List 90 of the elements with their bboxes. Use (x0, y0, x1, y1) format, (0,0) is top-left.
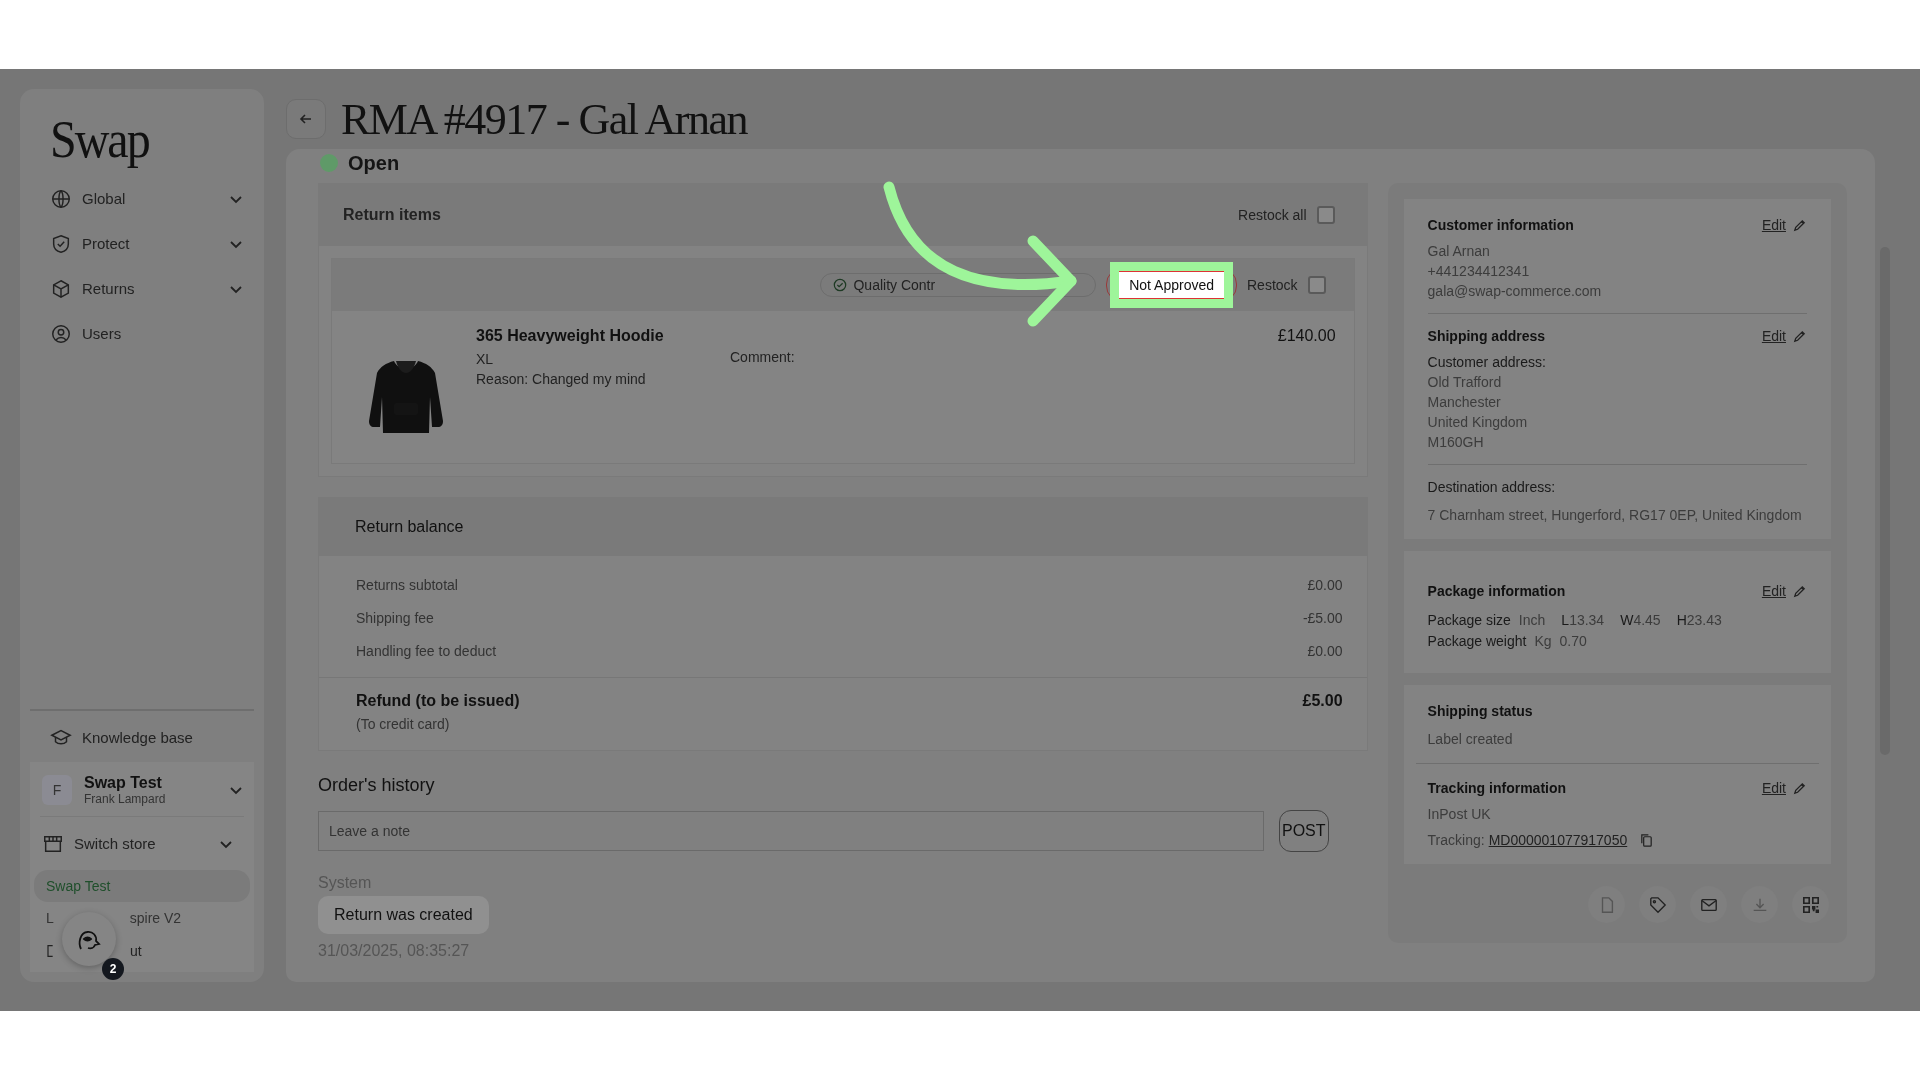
action-button[interactable] (1639, 886, 1676, 923)
shield-icon (50, 232, 72, 255)
balance-value: £0.00 (1307, 642, 1343, 659)
refund-note: (To credit card) (356, 716, 451, 732)
history-message: Return was created (318, 896, 489, 934)
refund-label: Refund (to be issued) (356, 692, 520, 710)
comment-label: Comment: (730, 349, 796, 365)
logout-icon[interactable] (46, 942, 54, 960)
address-line: Old Trafford (1427, 374, 1503, 390)
section-title: Tracking information (1427, 780, 1568, 796)
pencil-icon[interactable] (1792, 328, 1807, 344)
shipping-status: Label created (1427, 731, 1514, 747)
page-title: RMA #4917 - Gal Arnan (341, 93, 748, 145)
section-title: Shipping status (1427, 703, 1534, 719)
store-item[interactable]: L spire V2 (34, 902, 250, 934)
section-title: Return balance (354, 518, 464, 536)
section-title: Return items (343, 206, 441, 224)
account-switcher[interactable]: F Swap Test Frank Lampard (40, 770, 244, 817)
tracking-link[interactable]: MD000001077917050 (1488, 832, 1628, 848)
status-label: Open (348, 151, 400, 175)
account-user: Frank Lampard (84, 792, 167, 806)
box-icon (50, 277, 72, 300)
globe-icon (50, 187, 72, 210)
refund-value: £5.00 (1302, 692, 1343, 711)
checkbox-label: Restock (1247, 277, 1298, 293)
dimension-value: L13.34 (1561, 611, 1605, 629)
switch-store[interactable]: Switch store (40, 817, 244, 870)
nav-item[interactable]: Knowledge base (30, 725, 254, 750)
address-line: Manchester (1427, 394, 1502, 410)
tag-icon (1648, 895, 1667, 914)
field-label: Package weight (1427, 633, 1527, 649)
address-line: M160GH (1427, 434, 1485, 450)
address-label: Customer address: (1427, 354, 1547, 370)
nav-item[interactable]: Protect (50, 231, 244, 256)
edit-link[interactable]: Edit (1761, 583, 1786, 599)
pencil-icon[interactable] (1792, 583, 1807, 599)
edit-link[interactable]: Edit (1761, 328, 1786, 344)
pencil-icon[interactable] (1792, 217, 1807, 233)
user-icon (50, 322, 72, 345)
qr-code-icon (1801, 895, 1820, 914)
logo: Swap (49, 109, 150, 170)
back-button[interactable] (286, 99, 326, 139)
address-line: 7 Charnham street, Hungerford, RG17 0EP, United Kingdom (1427, 507, 1803, 523)
action-button[interactable] (1792, 886, 1829, 923)
nav-item[interactable]: Global (50, 186, 244, 211)
pencil-icon[interactable] (1792, 780, 1807, 796)
address-label: Destination address: (1427, 479, 1557, 495)
section-title: Shipping address (1427, 328, 1547, 344)
address-line: United Kingdom (1427, 414, 1529, 430)
carrier-name: InPost UK (1427, 806, 1492, 822)
logout-link[interactable]: ut (130, 943, 142, 959)
balance-label: Shipping fee (356, 609, 434, 626)
return-reason: Reason: Changed my mind (476, 371, 647, 387)
product-price: £140.00 (1277, 327, 1336, 345)
weight-value: 0.70 (1559, 633, 1587, 649)
product-size: XL (476, 351, 495, 367)
balance-label: Handling fee to deduct (356, 642, 497, 659)
note-input[interactable]: Leave a note (318, 811, 1264, 851)
nav-item[interactable]: Returns (50, 276, 244, 301)
checkbox[interactable] (1307, 276, 1326, 294)
balance-value: -£5.00 (1302, 609, 1343, 626)
section-title: Customer information (1427, 217, 1575, 233)
avatar: F (42, 775, 72, 805)
action-button[interactable] (1690, 886, 1727, 923)
post-button[interactable]: POST (1279, 810, 1329, 852)
tracking-label: Tracking: (1427, 832, 1485, 848)
account-name: Swap Test (84, 774, 163, 792)
product-name: 365 Heavyweight Hoodie (476, 327, 665, 345)
balance-label: Returns subtotal (356, 576, 458, 593)
customer-detail: gala@swap-commerce.com (1427, 283, 1603, 299)
dimension-value: W4.45 (1620, 611, 1661, 629)
edit-link[interactable]: Edit (1761, 217, 1786, 233)
notification-badge: 2 (102, 958, 124, 980)
status-dot (320, 154, 338, 172)
section-title: Order's history (318, 775, 436, 796)
checkbox-label: Restock all (1238, 207, 1307, 223)
balance-value: £0.00 (1307, 576, 1343, 593)
checkbox[interactable] (1316, 206, 1335, 224)
section-title: Package information (1427, 583, 1567, 599)
edit-link[interactable]: Edit (1761, 780, 1786, 796)
check-circle-icon (833, 278, 848, 292)
customer-detail: +441234412341 (1427, 263, 1531, 279)
dimension-value: H23.43 (1676, 611, 1722, 629)
unit-label: Kg (1534, 633, 1552, 649)
unit-label: Inch (1518, 612, 1546, 628)
nav-item[interactable]: Users (50, 321, 244, 346)
copy-icon[interactable] (1639, 832, 1655, 848)
store-item[interactable]: Swap Test (34, 870, 250, 902)
field-label: Package size (1427, 612, 1511, 628)
customer-detail: Gal Arnan (1427, 243, 1491, 259)
